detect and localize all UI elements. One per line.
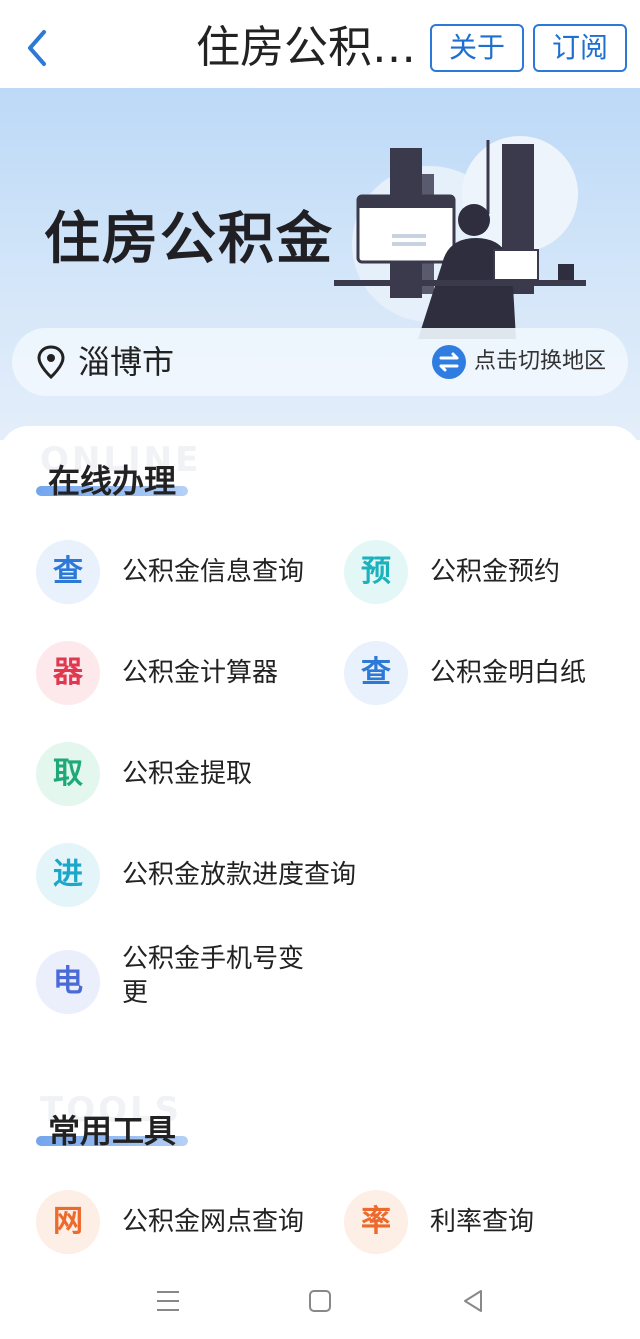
back-icon[interactable] — [18, 24, 58, 72]
query-icon: 查 — [36, 540, 100, 604]
progress-icon: 进 — [36, 843, 100, 907]
service-label: 公积金手机号变更 — [122, 944, 305, 1008]
switch-region-link[interactable]: 点击切换地区 — [474, 347, 606, 377]
service-calculator[interactable]: 器 公积金计算器 — [36, 641, 326, 707]
location-bar[interactable]: 淄博市 点击切换地区 — [12, 328, 628, 396]
location-pin-icon — [37, 345, 65, 379]
subscribe-button[interactable]: 订阅 — [533, 24, 627, 72]
back-nav-icon[interactable] — [458, 1286, 488, 1316]
service-appointment[interactable]: 预 公积金预约 — [344, 540, 624, 606]
appointment-icon: 预 — [344, 540, 408, 604]
tool-label: 公积金网点查询 — [122, 1207, 305, 1237]
service-statement[interactable]: 查 公积金明白纸 — [344, 641, 624, 707]
top-nav-bar: 住房公积金... 关于 订阅 — [0, 0, 640, 88]
section-title-tools: 常用工具 — [48, 1112, 177, 1150]
tool-branch-query[interactable]: 网 公积金网点查询 — [36, 1190, 326, 1256]
switch-region-icon[interactable] — [432, 345, 466, 379]
service-label: 公积金信息查询 — [122, 557, 305, 587]
home-icon[interactable] — [305, 1286, 335, 1316]
calculator-icon: 器 — [36, 641, 100, 705]
rate-icon: 率 — [344, 1190, 408, 1254]
withdrawal-icon: 取 — [36, 742, 100, 806]
service-label: 公积金明白纸 — [430, 658, 587, 688]
tool-rate-query[interactable]: 率 利率查询 — [344, 1190, 624, 1256]
service-label: 公积金提取 — [122, 759, 253, 789]
statement-icon: 查 — [344, 641, 408, 705]
service-label: 公积金预约 — [430, 557, 561, 587]
service-label: 公积金计算器 — [122, 658, 279, 688]
services-card: ONLINE 在线办理 查 公积金信息查询 预 公积金预约 器 公积金计算器 查… — [0, 426, 640, 1286]
current-city: 淄博市 — [78, 343, 175, 381]
about-button[interactable]: 关于 — [430, 24, 524, 72]
branch-icon: 网 — [36, 1190, 100, 1254]
menu-icon[interactable] — [153, 1286, 183, 1316]
service-label: 公积金放款进度查询 — [122, 860, 357, 890]
page-title: 住房公积金... — [196, 22, 428, 73]
section-title-online: 在线办理 — [48, 462, 177, 500]
service-loan-progress[interactable]: 进 公积金放款进度查询 — [36, 843, 356, 909]
banner-title: 住房公积金 — [44, 207, 334, 272]
service-info-query[interactable]: 查 公积金信息查询 — [36, 540, 326, 606]
system-nav-bar — [0, 1266, 640, 1339]
service-phone-change[interactable]: 电 公积金手机号变更 — [36, 944, 326, 1018]
service-withdrawal[interactable]: 取 公积金提取 — [36, 742, 326, 808]
phone-icon: 电 — [36, 950, 100, 1014]
hero-banner: 住房公积金 淄博市 点击切换地区 — [0, 88, 640, 440]
office-worker-illustration — [334, 136, 586, 339]
tool-label: 利率查询 — [430, 1207, 535, 1237]
